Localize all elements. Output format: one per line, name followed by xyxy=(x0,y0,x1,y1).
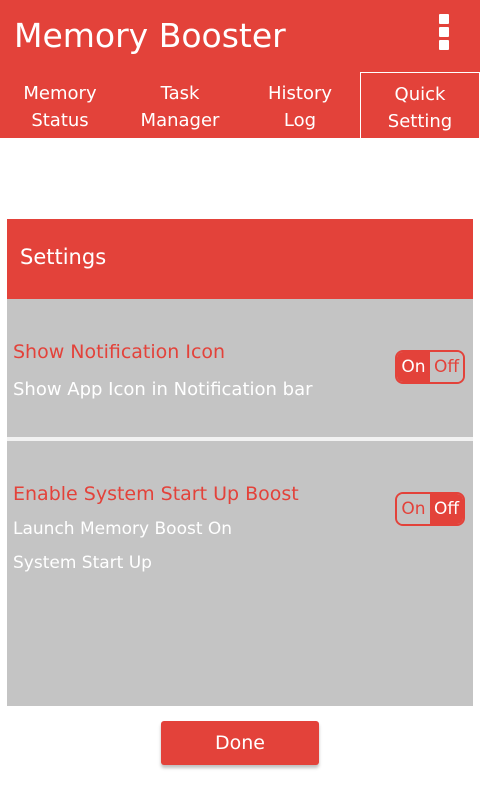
tab-label: Memory xyxy=(23,83,97,104)
tab-underline xyxy=(0,138,480,140)
tab-bar: Memory Status Task Manager History Log Q… xyxy=(0,72,480,140)
done-button[interactable]: Done xyxy=(161,721,319,765)
setting-startup-boost: Enable System Start Up Boost Launch Memo… xyxy=(7,441,473,706)
tab-label: Setting xyxy=(387,111,453,132)
tab-task-manager[interactable]: Task Manager xyxy=(120,72,240,138)
overflow-menu-icon[interactable] xyxy=(438,14,450,58)
tab-memory-status[interactable]: Memory Status xyxy=(0,72,120,138)
toggle-on[interactable]: On xyxy=(397,494,430,524)
tab-label: Task xyxy=(160,83,200,104)
tab-label: Manager xyxy=(140,110,220,131)
setting-description: System Start Up xyxy=(13,553,152,573)
tab-history-log[interactable]: History Log xyxy=(240,72,360,138)
settings-title: Settings xyxy=(20,245,107,269)
setting-title: Enable System Start Up Boost xyxy=(13,483,299,505)
settings-header: Settings xyxy=(7,219,473,299)
tab-label: Quick xyxy=(394,84,446,105)
tab-label: History xyxy=(267,83,333,104)
tab-label: Log xyxy=(283,110,317,131)
setting-title: Show Notification Icon xyxy=(13,341,226,363)
toggle-on[interactable]: On xyxy=(397,352,430,382)
tab-label: Status xyxy=(31,110,89,131)
startup-boost-toggle[interactable]: On Off xyxy=(395,492,465,526)
setting-description: Launch Memory Boost On xyxy=(13,519,233,539)
setting-description: Show App Icon in Notification bar xyxy=(13,379,313,400)
toggle-off[interactable]: Off xyxy=(430,352,463,382)
toggle-off[interactable]: Off xyxy=(430,494,463,524)
tab-quick-setting[interactable]: Quick Setting xyxy=(360,72,480,138)
app-bar: Memory Booster xyxy=(0,0,480,72)
setting-notification-icon: Show Notification Icon Show App Icon in … xyxy=(7,299,473,437)
notification-icon-toggle[interactable]: On Off xyxy=(395,350,465,384)
app-title: Memory Booster xyxy=(14,16,286,55)
